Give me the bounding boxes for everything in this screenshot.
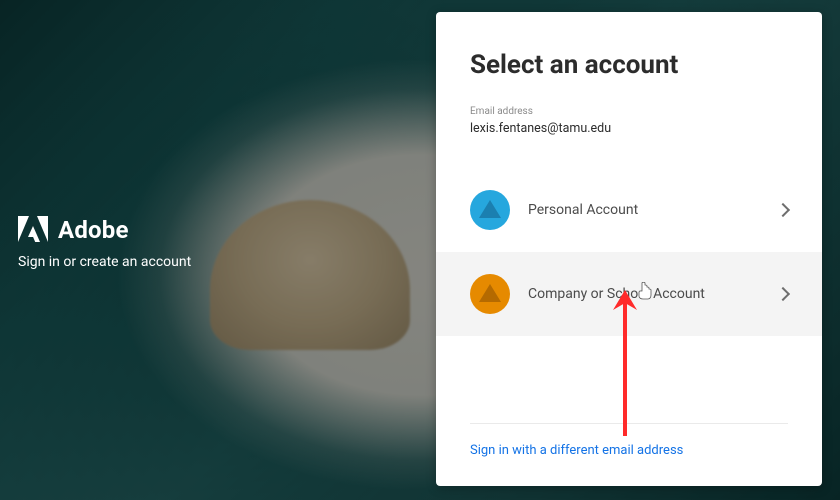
chevron-right-icon xyxy=(776,287,790,301)
adobe-logo-icon xyxy=(18,216,48,244)
brand-tagline: Sign in or create an account xyxy=(18,254,191,270)
option-label: Company or School Account xyxy=(528,286,778,302)
option-personal-account[interactable]: Personal Account xyxy=(436,168,822,252)
divider xyxy=(470,423,788,424)
different-email-link[interactable]: Sign in with a different email address xyxy=(470,443,683,458)
account-options: Personal Account Company or School Accou… xyxy=(436,168,822,336)
card-title: Select an account xyxy=(470,50,788,80)
email-label: Email address xyxy=(470,106,788,117)
brand-block: Adobe xyxy=(18,216,129,244)
email-value: lexis.fentanes@tamu.edu xyxy=(470,121,788,136)
chevron-right-icon xyxy=(776,203,790,217)
personal-account-icon xyxy=(470,190,510,230)
option-label: Personal Account xyxy=(528,202,778,218)
option-company-school-account[interactable]: Company or School Account xyxy=(436,252,822,336)
brand-name: Adobe xyxy=(58,216,129,244)
account-select-card: Select an account Email address lexis.fe… xyxy=(436,12,822,486)
company-school-account-icon xyxy=(470,274,510,314)
